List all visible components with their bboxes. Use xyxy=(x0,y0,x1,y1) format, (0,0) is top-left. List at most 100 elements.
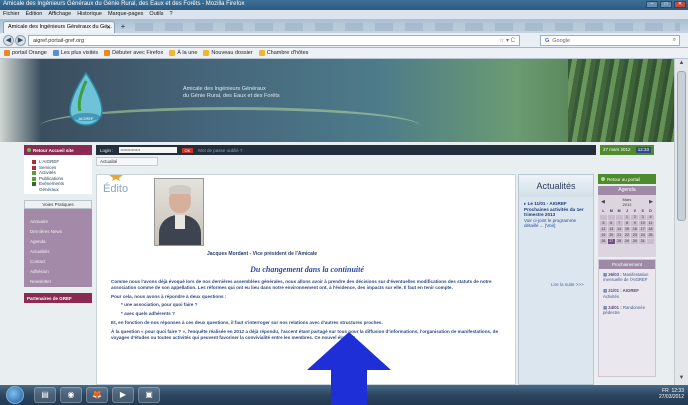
calendar-day[interactable]: 17 xyxy=(639,227,647,232)
scroll-down-icon[interactable]: ▼ xyxy=(677,375,686,384)
calendar-day[interactable]: 1 xyxy=(623,215,631,220)
menu-edit[interactable]: Édition xyxy=(26,11,43,18)
aigref-logo[interactable]: AIGREF xyxy=(66,71,106,127)
bookmark-item[interactable]: Les plus visités xyxy=(52,50,98,56)
calendar-day[interactable]: 14 xyxy=(615,227,623,232)
calendar-day[interactable]: 18 xyxy=(647,227,654,232)
tab-active[interactable]: Amicale des Ingénieurs Généraux du Gé...… xyxy=(3,21,115,33)
calendar-day[interactable]: 2 xyxy=(631,215,639,220)
calendar-day[interactable]: 25 xyxy=(647,233,654,238)
menu-bookmarks[interactable]: Marque-pages xyxy=(108,11,143,18)
bookmark-item[interactable]: À la une xyxy=(169,50,197,56)
taskbar-app-player[interactable]: ▶ xyxy=(112,387,134,403)
minimize-button[interactable]: – xyxy=(646,1,658,8)
search-icon[interactable]: ⌕ xyxy=(673,37,676,44)
practical-link[interactable]: Adhésion xyxy=(30,267,86,277)
bookmark-item[interactable]: Débuter avec Firefox xyxy=(104,50,163,56)
calendar-day[interactable]: 22 xyxy=(623,233,631,238)
calendar-day[interactable]: 12 xyxy=(600,227,607,232)
calendar-day[interactable]: 21 xyxy=(615,233,623,238)
practical-link[interactable]: Annuaire xyxy=(30,217,86,227)
search-input[interactable]: G Google ⌕ xyxy=(540,35,680,46)
bullet-icon xyxy=(32,171,36,175)
new-tab-button[interactable]: + xyxy=(118,22,128,32)
menu-view[interactable]: Affichage xyxy=(48,11,71,18)
menu-file[interactable]: Fichier xyxy=(3,11,20,18)
practical-link[interactable]: Newsletter xyxy=(30,277,86,287)
system-tray: FR 12:33 27/03/2012 xyxy=(659,388,684,400)
event-item[interactable]: ▦ 26/03 : Manifestation mensuelle de l'A… xyxy=(599,269,655,285)
calendar-next-button[interactable]: ▶ xyxy=(649,199,653,205)
calendar-day[interactable]: 28 xyxy=(615,239,623,244)
menu-help[interactable]: ? xyxy=(169,11,172,18)
news-item[interactable]: ▸ Le 11/01 - AIGREF Prochaines activités… xyxy=(519,197,593,233)
login-ok-button[interactable]: OK xyxy=(181,147,194,153)
calendar-day[interactable]: 13 xyxy=(607,227,615,232)
start-button[interactable] xyxy=(6,386,24,404)
event-item[interactable]: ▦ 24/01 : Randonnée pédestre xyxy=(599,302,655,318)
calendar-day[interactable]: 15 xyxy=(623,227,631,232)
calendar-day[interactable]: 27 xyxy=(607,239,615,244)
scroll-up-icon[interactable]: ▲ xyxy=(677,60,686,69)
portal-link-button[interactable]: Retour au portail xyxy=(598,174,656,184)
news-item-link[interactable]: [Voir] xyxy=(545,223,555,228)
left-sidebar: Retour Accueil site L'AIGREF Services Ac… xyxy=(24,145,92,385)
calendar-day[interactable]: 7 xyxy=(615,221,623,226)
forward-button[interactable]: ▶ xyxy=(15,35,26,46)
maximize-button[interactable]: □ xyxy=(660,1,672,8)
firefox-icon xyxy=(104,50,111,56)
bookmark-star-icon[interactable]: ☆ ▾ C xyxy=(499,37,515,44)
page-scrollbar[interactable]: ▲ ▼ xyxy=(674,59,688,385)
calendar-day[interactable]: 10 xyxy=(639,221,647,226)
bookmark-item[interactable]: Chambre d'hôtes xyxy=(258,50,308,56)
calendar-day[interactable]: 5 xyxy=(600,221,607,226)
bullet-icon xyxy=(32,160,36,164)
back-button[interactable]: ◀ xyxy=(3,35,14,46)
menu-history[interactable]: Historique xyxy=(77,11,102,18)
practical-link[interactable]: Dernières News xyxy=(30,227,86,237)
taskbar-app-media[interactable]: ◉ xyxy=(60,387,82,403)
home-link-button[interactable]: Retour Accueil site xyxy=(24,145,92,155)
calendar-day xyxy=(647,239,654,244)
sidebar-item-evenements[interactable]: Evènements Généraux xyxy=(32,181,88,192)
breadcrumb[interactable]: Actualité xyxy=(96,157,158,166)
calendar-day[interactable]: 9 xyxy=(631,221,639,226)
taskbar-app-explorer[interactable]: ▤ xyxy=(34,387,56,403)
read-more-link[interactable]: Lire la suite >>> xyxy=(551,282,584,287)
scroll-thumb[interactable] xyxy=(677,71,686,221)
calendar-day[interactable]: 8 xyxy=(623,221,631,226)
event-item[interactable]: ▦ 21/01 : AIGREF Activités xyxy=(599,285,655,301)
tab-close-icon[interactable]: ✕ xyxy=(106,24,111,31)
practical-link[interactable]: Contact xyxy=(30,257,86,267)
menu-tools[interactable]: Outils xyxy=(149,11,163,18)
password-field[interactable]: •••••••••••••• xyxy=(118,147,177,153)
calendar-day[interactable]: 26 xyxy=(600,239,607,244)
bullet-icon xyxy=(32,165,36,170)
taskbar-app-window[interactable]: ▣ xyxy=(138,387,160,403)
calendar-prev-button[interactable]: ◀ xyxy=(601,199,605,205)
calendar-day[interactable]: 23 xyxy=(631,233,639,238)
calendar-day[interactable]: 30 xyxy=(631,239,639,244)
forgot-password-link[interactable]: Mot de passe oublié ? xyxy=(198,148,242,153)
bookmark-item[interactable]: Nouveau dossier xyxy=(203,50,253,56)
calendar-day[interactable]: 11 xyxy=(647,221,654,226)
calendar-day[interactable]: 16 xyxy=(631,227,639,232)
calendar-day[interactable]: 4 xyxy=(647,215,654,220)
calendar-day[interactable]: 20 xyxy=(607,233,615,238)
practical-link[interactable]: Agenda xyxy=(30,237,86,247)
bookmark-item[interactable]: portail Orange xyxy=(4,50,47,56)
close-window-button[interactable]: ✕ xyxy=(674,1,686,8)
calendar-day[interactable]: 29 xyxy=(623,239,631,244)
calendar-day[interactable]: 3 xyxy=(639,215,647,220)
practical-link[interactable]: Actualités xyxy=(30,247,86,257)
url-bar[interactable]: aigref.portail-gref.org ☆ ▾ C xyxy=(28,35,520,46)
calendar: ◀ ▶ Mars 2012 L M M J V S D 1 2 3 4 5 6 7 8 9 10 11 12 13 14 1… xyxy=(598,195,656,257)
calendar-day[interactable]: 6 xyxy=(607,221,615,226)
calendar-day[interactable]: 31 xyxy=(639,239,647,244)
bullet-icon xyxy=(32,182,36,186)
calendar-day[interactable]: 19 xyxy=(600,233,607,238)
partners-button[interactable]: Partenaires de GREF xyxy=(24,293,92,303)
taskbar-app-firefox[interactable]: 🦊 xyxy=(86,387,108,403)
site-banner: AIGREF Amicale des Ingénieurs Généraux d… xyxy=(0,59,688,142)
calendar-day[interactable]: 24 xyxy=(639,233,647,238)
